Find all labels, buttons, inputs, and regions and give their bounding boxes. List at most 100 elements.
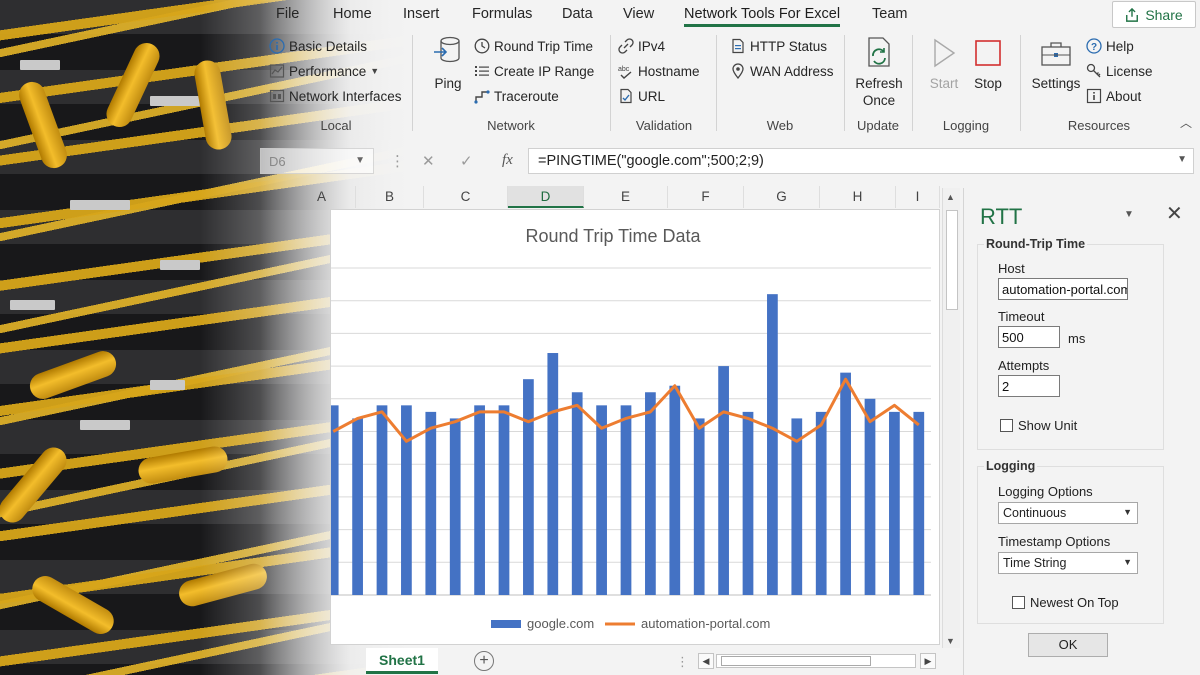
license-button[interactable]: License: [1086, 61, 1153, 81]
column-header-d[interactable]: D: [508, 186, 584, 208]
about-icon: [1086, 88, 1102, 104]
formula-bar: D6 ▼ ⋮ ✕ ✓ fx =PINGTIME("google.com";500…: [260, 146, 1200, 176]
ok-button[interactable]: OK: [1028, 633, 1108, 657]
tab-insert[interactable]: Insert: [403, 6, 439, 22]
url-button[interactable]: URL: [618, 86, 665, 106]
sheet-tab-sheet1[interactable]: Sheet1: [366, 648, 438, 674]
horizontal-scrollbar[interactable]: ◀ ▶: [698, 652, 938, 670]
route-icon: [474, 88, 490, 104]
chart-bar: [791, 418, 803, 595]
ping-button[interactable]: Ping: [430, 35, 466, 92]
timeout-input[interactable]: 500: [998, 326, 1060, 348]
network-interfaces-button[interactable]: Network Interfaces: [269, 86, 402, 106]
expand-formula-icon[interactable]: ▼: [1177, 154, 1187, 165]
performance-button[interactable]: Performance ▼: [269, 61, 379, 81]
location-pin-icon: [730, 63, 746, 79]
cable: [0, 442, 72, 528]
help-label: Help: [1106, 38, 1134, 54]
ribbon-separator: [844, 35, 845, 131]
hostname-button[interactable]: abc Hostname: [618, 61, 700, 81]
svg-text:abc: abc: [618, 66, 630, 73]
add-sheet-icon[interactable]: +: [474, 651, 494, 671]
horizontal-scroll-thumb[interactable]: [721, 656, 871, 666]
share-button[interactable]: Share: [1112, 1, 1196, 28]
info-icon: [269, 38, 285, 54]
chart-bar: [742, 411, 754, 595]
group-network-label: Network: [487, 118, 535, 133]
tab-network-tools[interactable]: Network Tools For Excel: [684, 6, 841, 27]
chart-bar: [669, 385, 681, 595]
host-input[interactable]: automation-portal.com: [998, 278, 1128, 300]
scroll-left-icon[interactable]: ◀: [698, 653, 714, 669]
round-trip-time-label: Round Trip Time: [494, 38, 594, 54]
play-icon: [927, 35, 961, 71]
performance-icon: [269, 63, 285, 79]
insert-function-icon[interactable]: fx: [502, 152, 513, 169]
column-header-f[interactable]: F: [668, 186, 744, 208]
chart-bar: [767, 294, 778, 595]
column-header-g[interactable]: G: [744, 186, 820, 208]
tab-view[interactable]: View: [623, 6, 654, 22]
show-unit-checkbox[interactable]: Show Unit: [1000, 418, 1077, 433]
ipv4-button[interactable]: IPv4: [618, 36, 665, 56]
column-header-e[interactable]: E: [584, 186, 668, 208]
share-label: Share: [1145, 6, 1183, 23]
start-button[interactable]: Start: [924, 35, 964, 92]
tab-home[interactable]: Home: [333, 6, 372, 22]
column-header-c[interactable]: C: [424, 186, 508, 208]
vertical-scroll-thumb[interactable]: [946, 210, 958, 310]
about-button[interactable]: About: [1086, 86, 1141, 106]
ribbon-separator: [412, 35, 413, 131]
column-header-a[interactable]: A: [288, 186, 356, 208]
formula-input[interactable]: =PINGTIME("google.com";500;2;9) ▼: [528, 148, 1194, 174]
create-ip-range-button[interactable]: Create IP Range: [474, 61, 594, 81]
tab-team[interactable]: Team: [872, 6, 907, 22]
cable: [26, 347, 120, 403]
settings-label: Settings: [1031, 76, 1081, 91]
logging-options-select[interactable]: Continuous ▼: [998, 502, 1138, 524]
column-header-b[interactable]: B: [356, 186, 424, 208]
column-header-i[interactable]: I: [896, 186, 940, 208]
timestamp-options-select[interactable]: Time String ▼: [998, 552, 1138, 574]
scroll-up-icon[interactable]: ▲: [946, 192, 955, 202]
timestamp-options-value: Time String: [1003, 556, 1067, 570]
logging-section-title: Logging: [984, 459, 1038, 473]
chart-bars: [331, 294, 925, 595]
vertical-scrollbar[interactable]: ▲ ▼: [942, 188, 960, 648]
name-box[interactable]: D6 ▼: [260, 148, 374, 174]
basic-details-button[interactable]: Basic Details: [269, 36, 367, 56]
settings-button[interactable]: Settings: [1028, 35, 1084, 92]
refresh-once-button[interactable]: Refresh Once: [850, 35, 908, 109]
http-status-button[interactable]: HTTP Status: [730, 36, 827, 56]
wan-address-button[interactable]: WAN Address: [730, 61, 834, 81]
rtt-chart[interactable]: Round Trip Time Data 5045403530 google.c…: [330, 209, 940, 645]
group-update-label: Update: [857, 118, 899, 133]
close-icon[interactable]: ✕: [1166, 201, 1183, 226]
collapse-ribbon-icon[interactable]: ︿: [1180, 114, 1192, 131]
stop-button[interactable]: Stop: [968, 35, 1008, 92]
tab-data[interactable]: Data: [562, 6, 593, 22]
column-headers: A B C D E F G H I: [260, 186, 940, 208]
cancel-icon[interactable]: ✕: [422, 152, 435, 170]
traceroute-button[interactable]: Traceroute: [474, 86, 559, 106]
formula-value: =PINGTIME("google.com";500;2;9): [538, 153, 764, 169]
round-trip-time-button[interactable]: Round Trip Time: [474, 36, 593, 56]
help-button[interactable]: ? Help: [1086, 36, 1134, 56]
group-network: Ping Round Trip Time Create IP Range Tra…: [416, 31, 606, 135]
chart-bar: [693, 418, 705, 595]
newest-on-top-checkbox[interactable]: Newest On Top: [1012, 595, 1119, 610]
tab-file[interactable]: File: [276, 6, 299, 22]
column-header-h[interactable]: H: [820, 186, 896, 208]
horizontal-scroll-track[interactable]: [716, 654, 916, 668]
legend-label-automation-portal: automation-portal.com: [641, 616, 770, 631]
scroll-down-icon[interactable]: ▼: [946, 636, 955, 646]
attempts-input[interactable]: 2: [998, 375, 1060, 397]
attempts-label: Attempts: [998, 358, 1050, 373]
pane-options-icon[interactable]: ▼: [1124, 209, 1134, 220]
scroll-right-icon[interactable]: ▶: [920, 653, 936, 669]
checkbox-box: [1000, 419, 1013, 432]
tab-formulas[interactable]: Formulas: [472, 6, 532, 22]
chart-bar: [401, 405, 412, 595]
ipv4-label: IPv4: [638, 38, 666, 54]
enter-icon[interactable]: ✓: [460, 152, 473, 170]
